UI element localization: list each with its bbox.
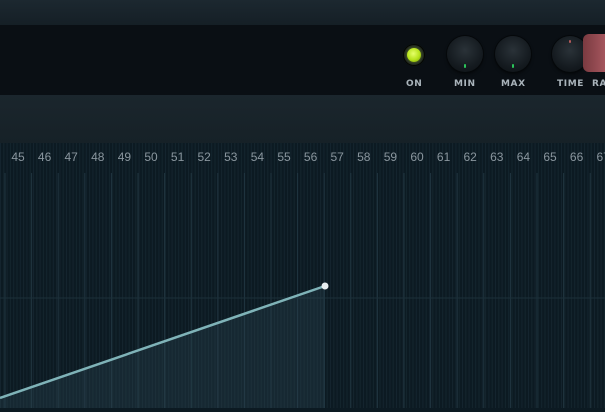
bar-number: 51 — [170, 150, 185, 164]
bar-number: 54 — [250, 150, 265, 164]
bar-number: 48 — [91, 150, 105, 164]
max-knob-indicator — [512, 64, 514, 68]
bar-number: 45 — [11, 150, 25, 164]
automation-canvas[interactable] — [0, 143, 605, 408]
bar-number: 67 — [596, 150, 605, 164]
bar-number: 46 — [37, 150, 52, 164]
on-label: ON — [406, 79, 423, 89]
on-toggle[interactable] — [403, 44, 425, 66]
bar-number: 58 — [357, 150, 371, 164]
bar-number: 47 — [64, 150, 78, 164]
time-knob-indicator — [569, 40, 571, 43]
range-button[interactable] — [583, 34, 605, 72]
bar-ruler: 45 46 47 48 49 50 51 52 53 54 55 56 57 58 59 60 61 62 63 64… — [0, 150, 605, 168]
range-label: RA — [592, 79, 605, 89]
bar-number: 53 — [224, 150, 238, 164]
min-label: MIN — [454, 79, 476, 89]
max-label: MAX — [501, 79, 526, 89]
bar-number: 49 — [117, 150, 132, 164]
bar-number: 61 — [436, 150, 451, 164]
bar-number: 56 — [303, 150, 318, 164]
automation-grid[interactable] — [0, 143, 605, 408]
bar-number: 57 — [330, 150, 344, 164]
bar-number: 65 — [543, 150, 557, 164]
time-label: TIME — [557, 79, 584, 89]
min-knob[interactable] — [447, 36, 483, 72]
automation-point[interactable] — [321, 282, 329, 290]
bar-number: 50 — [144, 150, 158, 164]
bar-number: 60 — [410, 150, 424, 164]
bar-number: 64 — [516, 150, 531, 164]
toolbar-strip — [0, 95, 605, 144]
min-knob-indicator — [464, 64, 466, 68]
bar-number: 55 — [277, 150, 291, 164]
bar-number: 52 — [197, 150, 211, 164]
bar-number: 63 — [490, 150, 504, 164]
bar-number: 62 — [463, 150, 477, 164]
max-knob[interactable] — [495, 36, 531, 72]
bar-number: 66 — [569, 150, 584, 164]
on-led-icon — [407, 48, 421, 62]
bar-number: 59 — [383, 150, 398, 164]
top-strip — [0, 0, 605, 26]
